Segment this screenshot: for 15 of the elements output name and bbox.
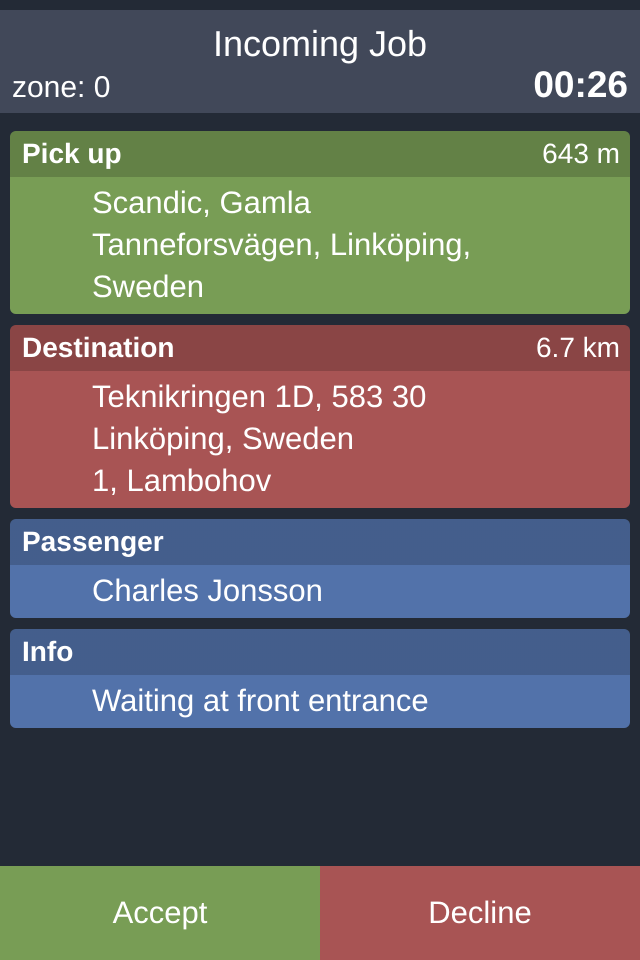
card-text: Teknikringen 1D, 583 30 Linköping, Sweden 1, Lambohov [91, 378, 428, 500]
countdown-timer: 00:26 [533, 65, 628, 105]
card-title: Passenger [22, 526, 164, 558]
accept-button[interactable]: Accept [0, 866, 320, 960]
decline-button[interactable]: Decline [320, 866, 640, 960]
card-text: Scandic, Gamla Tanneforsvägen, Linköping, Sweden [91, 184, 472, 306]
screen-title: Incoming Job [212, 24, 428, 64]
card-title: Pick up [22, 138, 122, 170]
distance-label: 6.7 km [536, 332, 620, 364]
card-title: Destination [22, 332, 174, 364]
zone-label: zone: 0 [12, 70, 110, 106]
card-text: Charles Jonsson [91, 572, 324, 610]
card-title: Info [22, 636, 74, 668]
card-text: Waiting at front entrance [91, 682, 430, 720]
distance-label: 643 m [542, 138, 620, 170]
